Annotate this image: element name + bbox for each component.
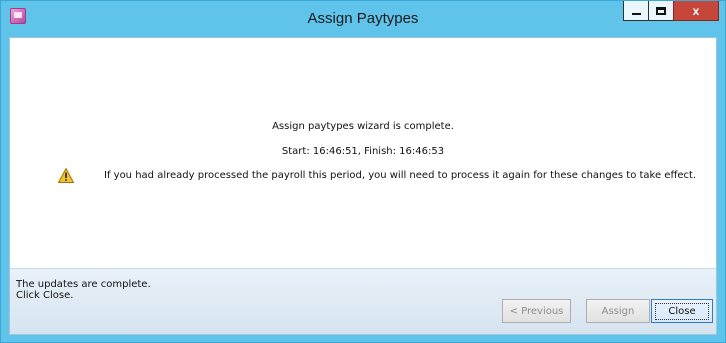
caption-buttons: x [623,1,719,21]
completion-message: Assign paytypes wizard is complete. [272,121,454,132]
warning-row: If you had already processed the payroll… [10,168,716,186]
close-button[interactable]: Close [651,299,713,323]
content-area: Assign paytypes wizard is complete. Star… [10,38,716,268]
minimize-button[interactable] [623,1,649,21]
close-icon: x [692,3,700,18]
maximize-button[interactable] [648,1,674,21]
close-window-button[interactable]: x [673,1,719,21]
minimize-icon [631,12,641,15]
warning-text: If you had already processed the payroll… [104,170,697,181]
maximize-icon [656,6,666,15]
timing-text: Start: 16:46:51, Finish: 16:46:53 [281,146,445,157]
title-bar[interactable]: Assign Paytypes x [1,1,725,37]
dialog-body: Assign paytypes wizard is complete. Star… [9,37,717,335]
close-button-label: Close [655,302,709,320]
previous-button[interactable]: < Previous [502,299,571,323]
status-line-1: The updates are complete. [16,279,151,290]
dialog-window: Assign Paytypes x Assign paytypes wizard… [0,0,726,343]
assign-button[interactable]: Assign [586,299,650,323]
footer-bar: The updates are complete. Click Close. <… [10,268,716,334]
status-text: The updates are complete. Click Close. [16,279,151,301]
status-line-2: Click Close. [16,290,74,301]
window-title: Assign Paytypes [307,10,419,27]
warning-icon [58,168,74,183]
